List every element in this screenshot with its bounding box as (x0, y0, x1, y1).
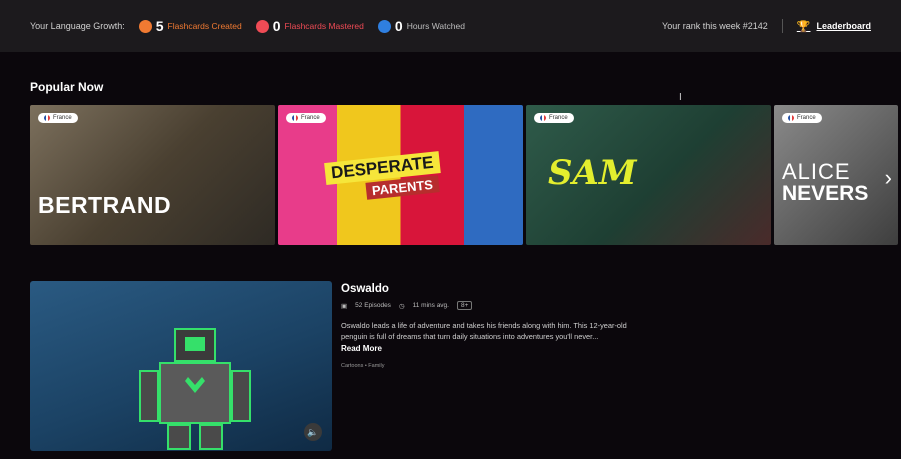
stat-value: 5 (155, 18, 164, 34)
stat-label: Flashcards Mastered (284, 21, 364, 31)
stat-value: 0 (272, 18, 281, 34)
genre-tags: Cartoons • Family (341, 363, 385, 370)
title-line2: NEVERS (782, 182, 869, 205)
stat-hours-watched: 0 Hours Watched (377, 18, 465, 34)
mute-icon[interactable]: 🔈 (304, 423, 322, 441)
popular-row: France BERTRAND France DESPERATE PARENTS… (30, 105, 898, 245)
feature-title: Oswaldo (341, 283, 389, 295)
leaderboard-link[interactable]: 🏆 Leaderboard (797, 20, 871, 33)
france-flag-icon (788, 115, 794, 121)
show-card-bertrand[interactable]: France BERTRAND (30, 105, 275, 245)
episodes-icon: ▣ (341, 302, 348, 310)
top-bar: Your Language Growth: 5 Flashcards Creat… (0, 0, 901, 52)
show-title: DESPERATE PARENTS (324, 151, 442, 205)
show-title: ALICE NEVERS (782, 159, 869, 205)
duration: 11 mins avg. (412, 302, 449, 309)
badge-label: France (301, 115, 320, 121)
language-growth: Your Language Growth: 5 Flashcards Creat… (30, 18, 465, 34)
leaderboard-label: Leaderboard (816, 21, 871, 31)
rank-text: Your rank this week #2142 (662, 21, 768, 31)
flashcard-icon (138, 19, 152, 33)
feature-preview[interactable]: 🔈 (30, 281, 332, 451)
country-badge: France (38, 113, 78, 123)
feature-description: Oswaldo leads a life of adventure and ta… (341, 321, 627, 342)
country-badge: France (534, 113, 574, 123)
rank-area: Your rank this week #2142 🏆 Leaderboard (662, 19, 871, 33)
france-flag-icon (44, 115, 50, 121)
show-title: SAM (548, 153, 637, 193)
age-rating: 8+ (456, 301, 473, 310)
badge-label: France (549, 115, 568, 121)
france-flag-icon (540, 115, 546, 121)
text-cursor-icon: I (679, 92, 682, 103)
robot-illustration (139, 328, 251, 450)
stat-label: Hours Watched (406, 21, 465, 31)
section-title: Popular Now (30, 80, 104, 94)
title-line1: ALICE (782, 159, 851, 184)
stat-flashcards-mastered: 0 Flashcards Mastered (255, 18, 364, 34)
trophy-icon: 🏆 (796, 20, 811, 33)
divider (781, 19, 783, 33)
chevron-right-icon[interactable]: › (885, 165, 892, 191)
stat-flashcards-created: 5 Flashcards Created (138, 18, 242, 34)
clock-icon: ◷ (398, 302, 405, 310)
clock-icon (377, 19, 391, 33)
title-line2: PARENTS (365, 175, 440, 200)
read-more-link[interactable]: Read More (341, 344, 631, 353)
badge-label: France (53, 115, 72, 121)
show-card-sam[interactable]: France SAM (526, 105, 771, 245)
country-badge: France (286, 113, 326, 123)
show-card-desperate-parents[interactable]: France DESPERATE PARENTS (278, 105, 523, 245)
mastered-icon (255, 19, 269, 33)
show-title: BERTRAND (38, 192, 172, 218)
feature-meta: ▣ 52 Episodes ◷ 11 mins avg. 8+ (341, 301, 631, 310)
episodes-count: 52 Episodes (355, 302, 391, 309)
stat-value: 0 (394, 18, 403, 34)
france-flag-icon (292, 115, 298, 121)
badge-label: France (797, 115, 816, 121)
show-card-alice-nevers[interactable]: France ALICE NEVERS › (774, 105, 898, 245)
growth-label: Your Language Growth: (30, 21, 125, 31)
country-badge: France (782, 113, 822, 123)
stat-label: Flashcards Created (167, 21, 242, 31)
feature-info: Oswaldo ▣ 52 Episodes ◷ 11 mins avg. 8+ … (341, 283, 631, 369)
